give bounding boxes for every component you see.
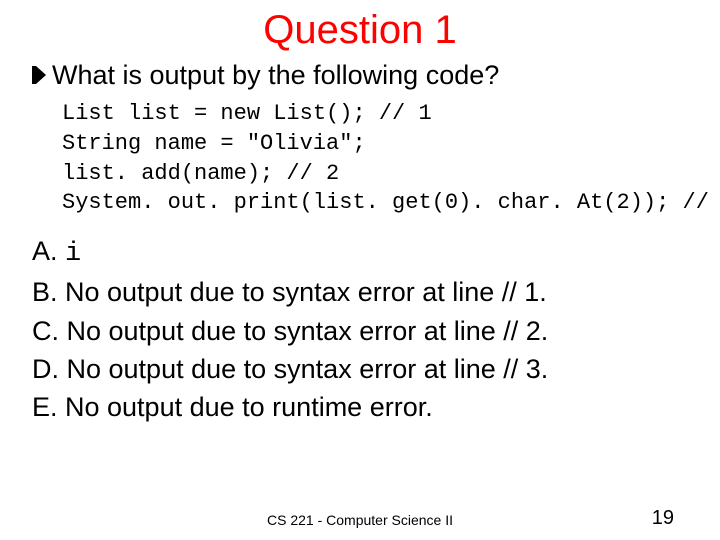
answer-b: B. No output due to syntax error at line… — [32, 273, 690, 311]
question-text: What is output by the following code? — [52, 59, 499, 91]
answer-e: E. No output due to runtime error. — [32, 388, 690, 426]
code-line-2: String name = "Olivia"; — [62, 131, 366, 156]
slide-title: Question 1 — [30, 8, 690, 53]
answer-a-prefix: A. — [32, 236, 65, 266]
bullet-icon — [32, 63, 46, 87]
code-line-4: System. out. print(list. get(0). char. A… — [62, 190, 720, 215]
answer-d: D. No output due to syntax error at line… — [32, 350, 690, 388]
answer-a: A. i — [32, 232, 690, 273]
answer-a-value: i — [65, 239, 81, 269]
question-row: What is output by the following code? — [30, 59, 690, 91]
code-line-1: List list = new List(); // 1 — [62, 101, 432, 126]
answer-c: C. No output due to syntax error at line… — [32, 312, 690, 350]
answers-list: A. i B. No output due to syntax error at… — [32, 232, 690, 427]
code-line-3: list. add(name); // 2 — [62, 161, 339, 186]
footer-text: CS 221 - Computer Science II — [0, 512, 720, 528]
slide-container: Question 1 What is output by the followi… — [0, 0, 720, 540]
page-number: 19 — [652, 507, 674, 530]
code-block: List list = new List(); // 1 String name… — [62, 99, 690, 218]
